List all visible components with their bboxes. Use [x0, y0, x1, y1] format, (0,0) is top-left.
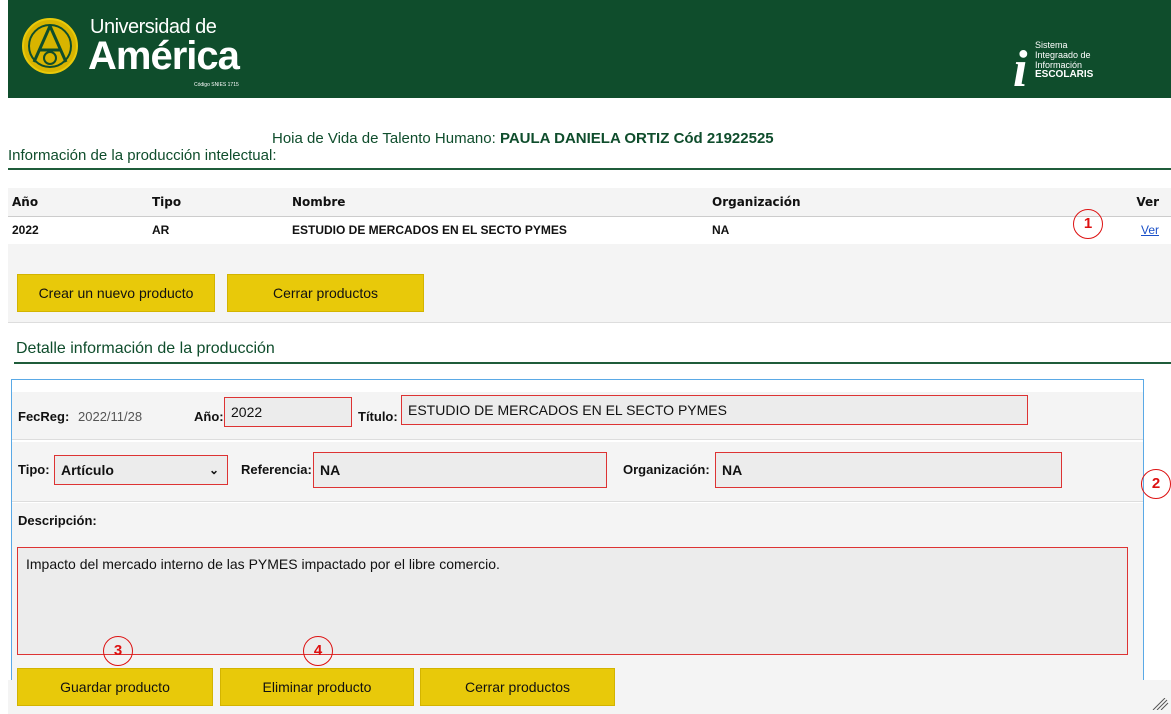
form-row-1: FecReg: 2022/11/28 Año: 2022 Título: EST… [12, 392, 1143, 440]
system-line: Integraado de [1035, 50, 1091, 60]
table-header-row: Año Tipo Nombre Organización Ver [8, 188, 1171, 217]
type-select[interactable]: Artículo ⌄ [54, 455, 228, 485]
marker-2: 2 [1141, 469, 1171, 499]
resize-grip-icon[interactable] [1151, 698, 1169, 710]
title-label: Título: [358, 409, 398, 424]
table-row: 2022 AR ESTUDIO DE MERCADOS EN EL SECTO … [8, 216, 1171, 245]
app-header: Universidad de América Código SNIES 1715… [8, 0, 1171, 98]
form-row-2: Tipo: Artículo ⌄ Referencia: NA Organiza… [12, 442, 1143, 502]
title-prefix: Hoia de Vida de Talento Humano: [272, 130, 496, 147]
cod-label: Cód [673, 130, 703, 147]
close-products-button[interactable]: Cerrar productos [227, 274, 424, 312]
detail-heading: Detalle información de la producción [16, 340, 275, 357]
marker-4: 4 [303, 636, 333, 666]
description-textarea[interactable]: Impacto del mercado interno de las PYMES… [17, 547, 1128, 655]
type-selected-value: Artículo [61, 462, 114, 478]
title-input[interactable]: ESTUDIO DE MERCADOS EN EL SECTO PYMES [401, 395, 1028, 425]
cell-year: 2022 [8, 216, 148, 245]
university-code: Código SNIES 1715 [194, 82, 239, 88]
marker-1: 1 [1073, 209, 1103, 239]
fecreg-value: 2022/11/28 [78, 409, 143, 424]
save-product-button[interactable]: Guardar producto [17, 668, 213, 706]
col-name: Nombre [288, 188, 708, 217]
fecreg-label: FecReg: [18, 409, 70, 424]
marker-3: 3 [103, 636, 133, 666]
cell-name: ESTUDIO DE MERCADOS EN EL SECTO PYMES [288, 216, 708, 245]
system-info-icon: i [1013, 41, 1028, 98]
cell-org: NA [708, 216, 1038, 245]
system-line: ESCOLARIS [1035, 69, 1094, 80]
col-type: Tipo [148, 188, 288, 217]
cell-type: AR [148, 216, 288, 245]
col-ver: Ver [1038, 188, 1171, 217]
cod-value: 21922525 [706, 130, 774, 147]
year-input[interactable]: 2022 [224, 397, 352, 427]
page-title: Hoia de Vida de Talento Humano: PAULA DA… [272, 130, 774, 147]
close-products-bottom-button[interactable]: Cerrar productos [420, 668, 615, 706]
col-year: Año [8, 188, 148, 217]
view-link[interactable]: Ver [1141, 223, 1159, 237]
detail-form: FecReg: 2022/11/28 Año: 2022 Título: EST… [11, 379, 1144, 714]
system-line: Sistema [1035, 40, 1068, 50]
person-name: PAULA DANIELA ORTIZ [499, 130, 670, 147]
divider [14, 362, 1171, 364]
type-label: Tipo: [18, 462, 50, 477]
chevron-down-icon: ⌄ [208, 463, 219, 477]
divider [8, 322, 1171, 323]
cell-ver: Ver [1038, 216, 1171, 245]
organization-input[interactable]: NA [715, 452, 1062, 488]
system-name: Sistema Integraado de Información ESCOLA… [1035, 40, 1093, 80]
new-product-button[interactable]: Crear un nuevo producto [17, 274, 215, 312]
delete-product-button[interactable]: Eliminar producto [220, 668, 414, 706]
university-emblem-icon [22, 18, 78, 74]
university-name-line2: América [88, 34, 240, 78]
production-table: Año Tipo Nombre Organización Ver 2022 AR… [8, 188, 1171, 245]
reference-label: Referencia: [241, 462, 312, 477]
section-heading-production: Información de la producción intelectual… [8, 147, 277, 164]
col-org: Organización [708, 188, 1038, 217]
divider [8, 168, 1171, 170]
reference-input[interactable]: NA [313, 452, 607, 488]
organization-label: Organización: [623, 462, 710, 477]
year-label: Año: [194, 409, 224, 424]
description-label: Descripción: [18, 513, 97, 528]
